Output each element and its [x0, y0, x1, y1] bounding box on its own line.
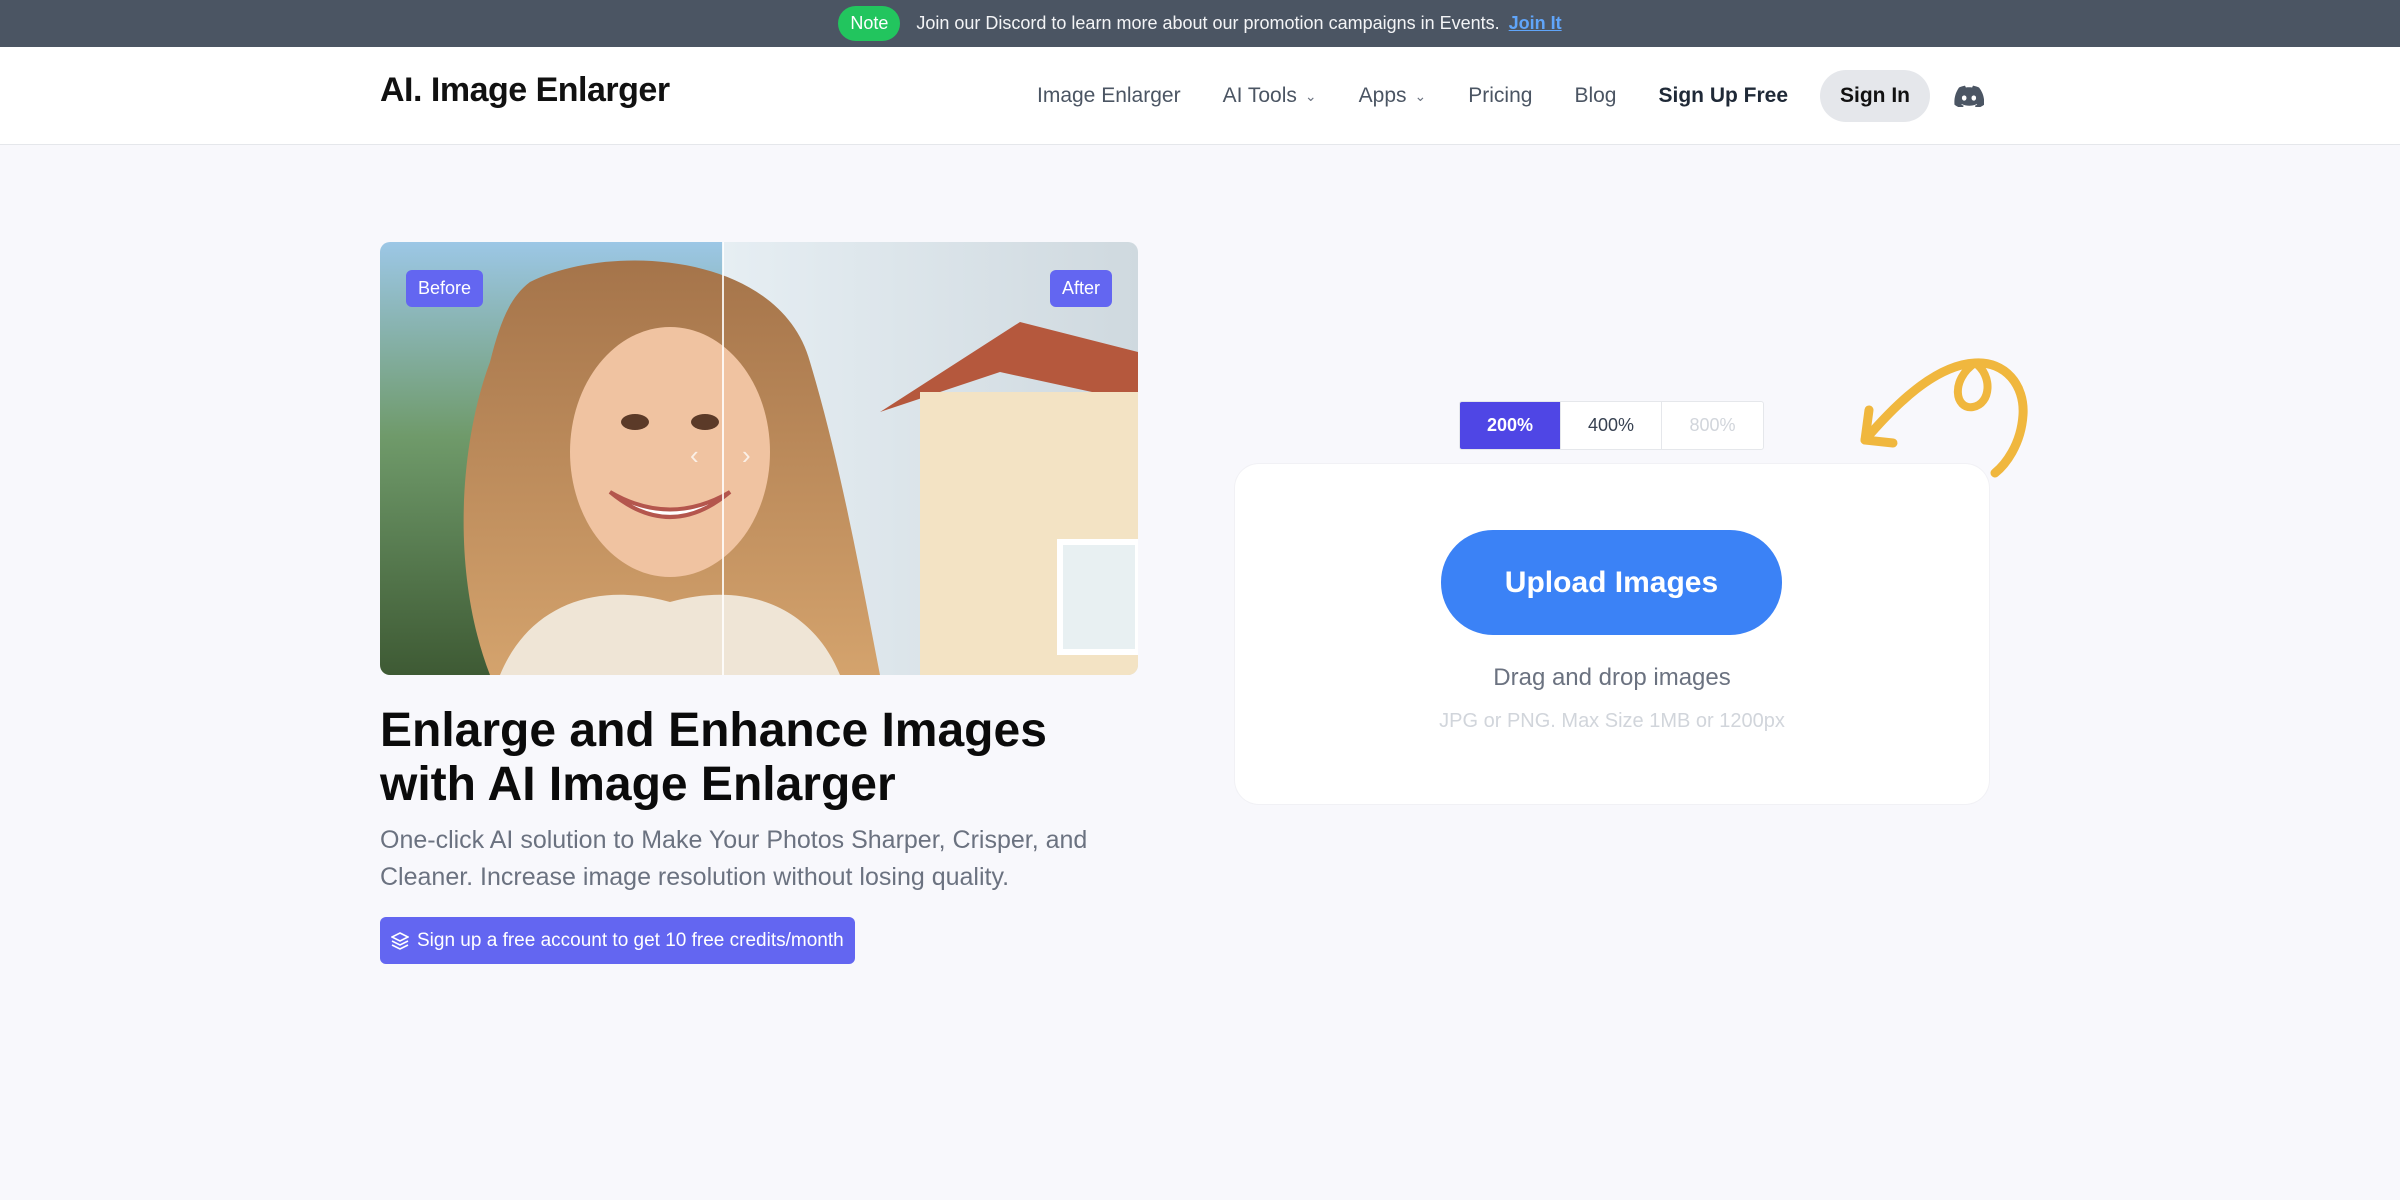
after-label: After: [1049, 270, 1112, 307]
announcement-text: Join our Discord to learn more about our…: [916, 13, 1561, 34]
free-credits-label: Sign up a free account to get 10 free cr…: [417, 929, 844, 951]
before-after-comparison[interactable]: ‹ › Before After: [380, 242, 1138, 675]
layers-icon: [391, 931, 409, 950]
nav-ai-tools[interactable]: AI Tools ⌄: [1223, 84, 1317, 108]
sign-in-button[interactable]: Sign In: [1820, 70, 1931, 122]
nav-pricing[interactable]: Pricing: [1468, 84, 1532, 108]
before-label: Before: [406, 270, 484, 307]
note-badge: Note: [838, 6, 901, 41]
drag-drop-text: Drag and drop images: [1493, 664, 1731, 691]
scale-selector: 200% 400% 800%: [1459, 401, 1764, 450]
scale-200-button[interactable]: 200%: [1460, 402, 1561, 449]
nav-ai-tools-label: AI Tools: [1222, 84, 1297, 107]
nav-image-enlarger-label: Image Enlarger: [1037, 84, 1181, 107]
chevron-down-icon: ⌄: [1304, 87, 1317, 104]
nav-blog[interactable]: Blog: [1574, 84, 1616, 108]
site-logo[interactable]: AI. Image Enlarger: [380, 71, 670, 110]
portrait-photo: [380, 242, 1138, 675]
scale-400-button[interactable]: 400%: [1561, 402, 1662, 449]
chevron-right-icon: ›: [742, 440, 751, 470]
chevron-left-icon: ‹: [690, 440, 699, 470]
main-nav: Image Enlarger AI Tools ⌄ Apps ⌄ Pricing…: [1037, 47, 1985, 145]
nav-pricing-label: Pricing: [1468, 84, 1533, 107]
hero-headline: Enlarge and Enhance Images with AI Image…: [380, 704, 1047, 811]
scale-800-button[interactable]: 800%: [1662, 402, 1763, 449]
sign-up-free-link[interactable]: Sign Up Free: [1658, 84, 1788, 108]
upload-images-button[interactable]: Upload Images: [1441, 530, 1782, 635]
announcement-bar: Note Join our Discord to learn more abou…: [0, 0, 2400, 47]
announcement-message: Join our Discord to learn more about our…: [916, 13, 1500, 33]
join-it-link[interactable]: Join It: [1509, 13, 1562, 33]
site-header: AI. Image Enlarger Image Enlarger AI Too…: [0, 47, 2400, 145]
upload-card[interactable]: Upload Images Drag and drop images JPG o…: [1235, 464, 1989, 804]
free-credits-button[interactable]: Sign up a free account to get 10 free cr…: [380, 917, 855, 964]
compare-divider[interactable]: [722, 242, 724, 675]
nav-apps-label: Apps: [1358, 84, 1407, 107]
nav-apps[interactable]: Apps ⌄: [1359, 84, 1427, 108]
chevron-down-icon: ⌄: [1414, 87, 1427, 104]
nav-image-enlarger[interactable]: Image Enlarger: [1037, 84, 1181, 108]
nav-blog-label: Blog: [1574, 84, 1617, 107]
discord-icon[interactable]: [1954, 85, 1985, 107]
hero-subtext: One-click AI solution to Make Your Photo…: [380, 826, 1088, 891]
file-requirements-text: JPG or PNG. Max Size 1MB or 1200px: [1439, 710, 1785, 732]
